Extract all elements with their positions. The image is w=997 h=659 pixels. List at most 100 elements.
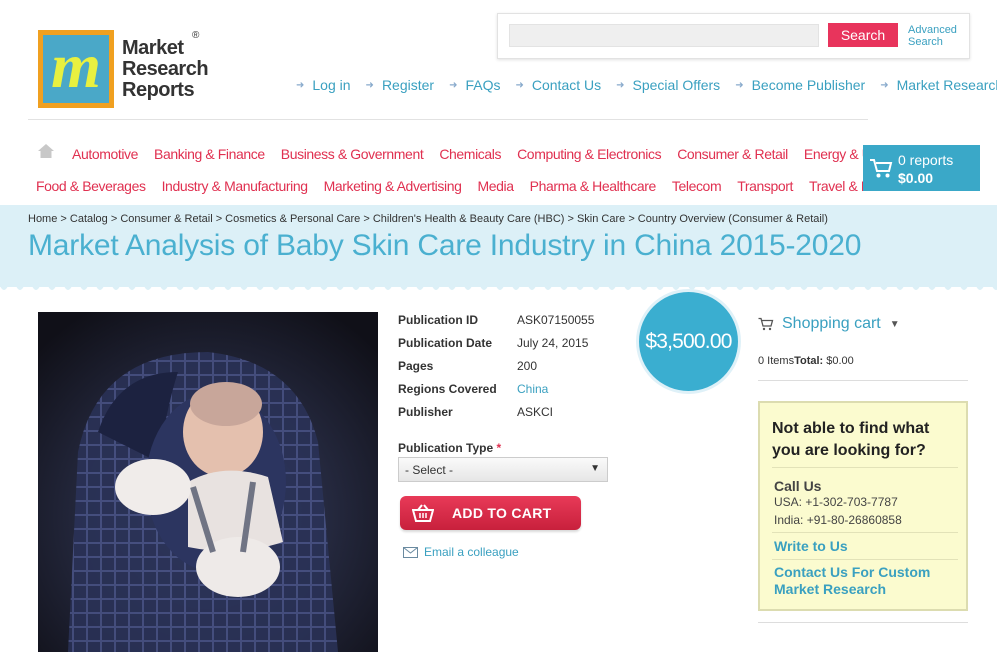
top-link-login[interactable]: ➜ Log in [296,77,351,93]
category-media[interactable]: Media [477,178,514,194]
category-pharma-healthcare[interactable]: Pharma & Healthcare [530,178,657,194]
dropdown-arrow-icon: ▼ [590,463,600,474]
detail-row: Publication ID ASK07150055 [398,313,594,336]
advanced-search-link[interactable]: Advanced Search [908,24,957,48]
arrow-icon: ➜ [515,79,524,91]
top-link-label: Special Offers [632,77,721,93]
logo-letter: m [51,30,101,101]
detail-row: Publisher ASKCI [398,405,594,428]
top-link-label: Contact Us [531,77,602,93]
email-colleague-link[interactable]: Email a colleague [403,545,519,559]
category-chemicals[interactable]: Chemicals [439,146,501,162]
search-input[interactable] [509,24,819,47]
region-link[interactable]: China [517,382,548,405]
basket-icon [412,504,434,522]
arrow-icon: ➜ [296,79,305,91]
publication-type-text: Publication Type [398,441,494,455]
registered-mark: ® [192,30,200,41]
shopping-cart-title: Shopping cart [782,315,881,332]
publication-type-select[interactable]: - Select - ▼ [398,457,608,482]
envelope-icon [403,546,418,558]
header-cart-button[interactable]: 0 reports $0.00 [863,145,980,191]
custom-research-link[interactable]: Contact Us For Custom Market Research [774,564,954,598]
arrow-icon: ➜ [880,79,889,91]
top-link-register[interactable]: ➜ Register [366,77,435,93]
help-box: Not able to find what you are looking fo… [758,401,968,611]
detail-key: Publication ID [398,313,479,327]
arrow-icon: ➜ [365,79,374,91]
cart-total: $0.00 [898,170,934,186]
detail-key: Regions Covered [398,382,497,396]
header-divider [28,119,868,120]
price-badge: $3,500.00 [639,292,738,391]
category-nav-row-2: Food & Beverages Industry & Manufacturin… [36,178,920,194]
email-colleague-label: Email a colleague [424,545,519,559]
category-transport[interactable]: Transport [737,178,793,194]
cart-icon [758,317,774,331]
phone-usa: USA: +1-302-703-7787 [774,495,898,509]
add-to-cart-label: ADD TO CART [452,505,552,521]
top-link-contact[interactable]: ➜ Contact Us [515,77,601,93]
detail-row: Publication Date July 24, 2015 [398,336,594,359]
sidebar-divider [758,622,968,623]
band-top-edge [0,205,997,209]
cart-count: 0 reports [898,152,954,168]
category-consumer-retail[interactable]: Consumer & Retail [677,146,788,162]
category-marketing-advertising[interactable]: Marketing & Advertising [324,178,462,194]
product-photo [38,312,378,652]
top-link-label: FAQs [465,77,501,93]
category-computing-electronics[interactable]: Computing & Electronics [517,146,661,162]
breadcrumb[interactable]: Home > Catalog > Consumer & Retail > Cos… [28,213,828,225]
top-link-label: Market Research Blog [896,77,997,93]
category-banking-finance[interactable]: Banking & Finance [154,146,265,162]
search-button[interactable]: Search [828,23,898,47]
help-divider [772,467,958,468]
advanced-search-line-1: Advanced [908,24,957,36]
phone-india: India: +91-80-26860858 [774,513,902,527]
top-link-blog[interactable]: ➜ Market Research Blog [880,77,997,93]
help-divider [772,532,958,533]
publication-type-label: Publication Type * [398,441,501,455]
call-us-title: Call Us [774,478,822,494]
detail-row: Pages 200 [398,359,594,382]
category-automotive[interactable]: Automotive [72,146,138,162]
advanced-search-line-2: Search [908,36,943,48]
category-nav-row-1: Automotive Banking & Finance Business & … [72,146,919,162]
write-to-us-link[interactable]: Write to Us [774,538,848,555]
required-marker: * [496,441,502,455]
detail-key: Pages [398,359,434,373]
arrow-icon: ➜ [735,79,744,91]
help-question: Not able to find what you are looking fo… [772,420,930,459]
cart-total-value: $0.00 [826,355,854,367]
category-industry-manufacturing[interactable]: Industry & Manufacturing [162,178,308,194]
top-links-nav: ➜ Log in ➜ Register ➜ FAQs ➜ Contact Us ➜ Spe… [296,77,997,93]
top-link-label: Become Publisher [751,77,866,93]
detail-key: Publication Date [398,336,493,350]
logo-line-3: Reports [122,78,195,101]
search-panel: Search Advanced Search [497,13,970,59]
logo-wordmark: Market Research Reports [122,37,209,101]
cart-total-label: Total: [794,355,824,367]
arrow-icon: ➜ [616,79,625,91]
price-value: $3,500.00 [645,329,732,353]
detail-value: July 24, 2015 [517,336,589,350]
home-icon[interactable] [37,143,55,159]
category-business-government[interactable]: Business & Government [281,146,424,162]
shopping-cart-summary: 0 ItemsTotal: $0.00 [758,355,854,367]
category-telecom[interactable]: Telecom [672,178,722,194]
top-link-become-publisher[interactable]: ➜ Become Publisher [735,77,865,93]
chevron-down-icon: ▼ [889,318,900,330]
shopping-cart-toggle[interactable]: Shopping cart ▼ [758,315,900,333]
cart-items-count: 0 Items [758,355,795,367]
detail-value: ASKCI [517,405,554,419]
logo-line-2: Research [122,57,209,80]
band-bottom-edge [0,286,997,290]
category-food-beverages[interactable]: Food & Beverages [36,178,146,194]
top-link-label: Log in [312,77,351,93]
top-link-faqs[interactable]: ➜ FAQs [449,77,500,93]
site-logo[interactable]: m Market Research Reports ® [38,30,209,108]
sidebar-divider [758,380,968,381]
top-link-special-offers[interactable]: ➜ Special Offers [616,77,720,93]
cart-icon [870,159,893,178]
add-to-cart-button[interactable]: ADD TO CART [400,496,581,530]
